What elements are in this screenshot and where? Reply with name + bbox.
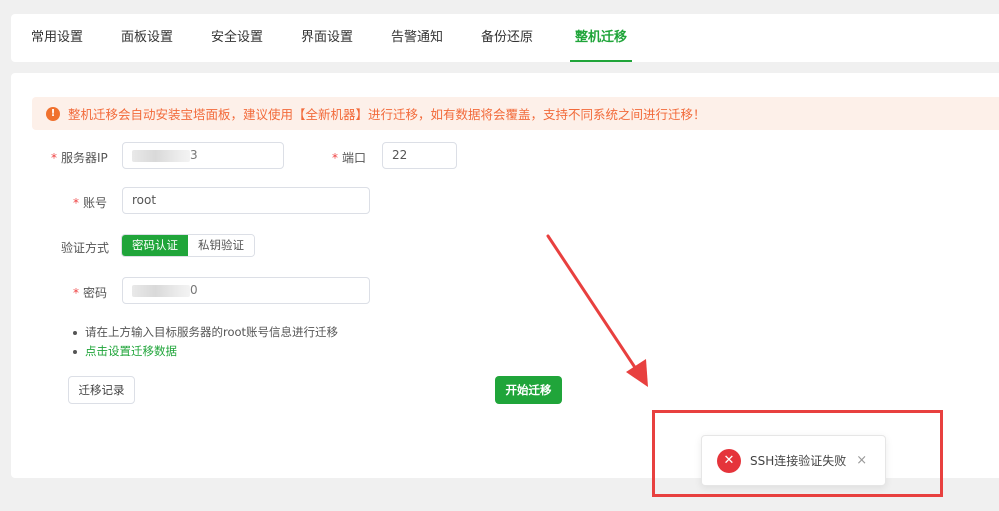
required-mark: * (51, 151, 57, 165)
redacted-password-blur (132, 284, 190, 297)
tab-server-migration-label: 整机迁移 (574, 30, 627, 45)
port-label: * 端口 (332, 149, 366, 166)
list-item: 请在上方输入目标服务器的root账号信息进行迁移 (73, 323, 338, 342)
redacted-ip-blur (132, 149, 190, 162)
active-tab-indicator (570, 60, 632, 62)
port-label-text: 端口 (342, 151, 367, 165)
bullet-icon (73, 349, 77, 354)
tab-security-settings[interactable]: 安全设置 (211, 14, 263, 62)
password-label-text: 密码 (83, 286, 108, 300)
server-ip-value-tail: 3 (190, 148, 198, 162)
required-mark: * (332, 151, 338, 165)
password-input[interactable]: 0 (122, 277, 370, 304)
account-label: * 账号 (73, 194, 107, 211)
password-value-tail: 0 (190, 283, 198, 297)
tab-alert-notifications[interactable]: 告警通知 (391, 14, 443, 62)
migration-warning-alert: ! 整机迁移会自动安装宝塔面板，建议使用【全新机器】进行迁移，如有数据将会覆盖，… (32, 97, 999, 130)
close-icon[interactable]: × (856, 453, 867, 468)
port-input[interactable]: 22 (382, 142, 457, 169)
account-input[interactable]: root (122, 187, 370, 214)
required-mark: * (73, 196, 79, 210)
server-ip-input[interactable]: 3 (122, 142, 284, 169)
list-item: 点击设置迁移数据 (73, 342, 338, 361)
tab-server-migration[interactable]: 整机迁移 (551, 14, 651, 62)
settings-tabs: 常用设置 面板设置 安全设置 界面设置 告警通知 备份还原 整机迁移 (11, 14, 999, 62)
error-toast: ✕ SSH连接验证失败 × (701, 435, 886, 486)
set-migration-data-link[interactable]: 点击设置迁移数据 (85, 342, 177, 361)
start-migration-button[interactable]: 开始迁移 (495, 376, 562, 404)
error-x-icon: ✕ (717, 448, 741, 473)
alert-text: 整机迁移会自动安装宝塔面板，建议使用【全新机器】进行迁移，如有数据将会覆盖，支持… (68, 107, 706, 122)
tab-interface-settings[interactable]: 界面设置 (301, 14, 353, 62)
required-mark: * (73, 286, 79, 300)
server-ip-label: * 服务器IP (51, 149, 108, 166)
tab-backup-restore[interactable]: 备份还原 (481, 14, 533, 62)
exclamation-icon: ! (46, 106, 60, 121)
bullet-icon (73, 330, 77, 335)
password-label: * 密码 (73, 284, 107, 301)
migration-notes: 请在上方输入目标服务器的root账号信息进行迁移 点击设置迁移数据 (73, 323, 338, 361)
toast-message: SSH连接验证失败 (750, 454, 847, 468)
auth-method-toggle: 密码认证 私钥验证 (121, 234, 255, 257)
note-text: 请在上方输入目标服务器的root账号信息进行迁移 (85, 325, 339, 339)
account-label-text: 账号 (83, 196, 108, 210)
auth-password-option[interactable]: 密码认证 (122, 235, 188, 256)
tab-general-settings[interactable]: 常用设置 (31, 14, 83, 62)
server-ip-label-text: 服务器IP (61, 151, 108, 165)
migration-records-button[interactable]: 迁移记录 (68, 376, 135, 404)
tab-panel-settings[interactable]: 面板设置 (121, 14, 173, 62)
auth-method-label: 验证方式 (61, 241, 110, 255)
auth-private-key-option[interactable]: 私钥验证 (188, 235, 254, 256)
